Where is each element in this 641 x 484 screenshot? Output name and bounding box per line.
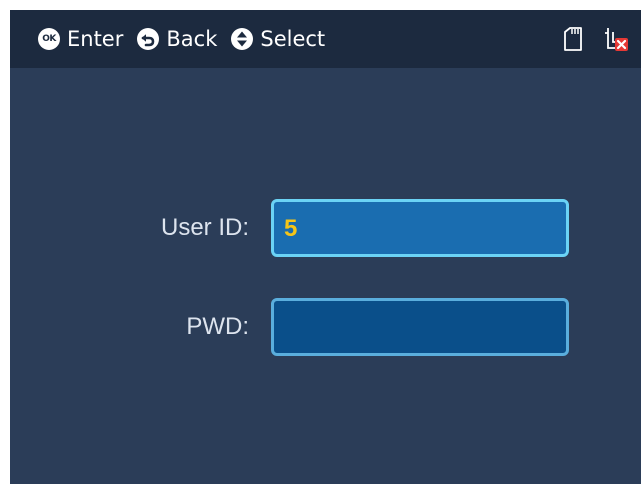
device-screen: OK Enter Back Select User ID: 5 PWD: xyxy=(10,10,641,484)
user-id-row: User ID: 5 xyxy=(10,199,641,257)
hint-select: Select xyxy=(231,10,325,68)
sd-card-icon xyxy=(563,27,583,55)
user-id-label: User ID: xyxy=(160,214,249,241)
hint-back: Back xyxy=(137,10,217,68)
hint-select-label: Select xyxy=(260,27,326,51)
hint-enter: OK Enter xyxy=(38,10,123,68)
password-input[interactable] xyxy=(271,298,569,356)
up-down-select-icon xyxy=(231,28,254,50)
network-disconnected-icon xyxy=(603,26,629,56)
back-arrow-icon xyxy=(137,28,160,50)
status-icons xyxy=(563,26,629,56)
password-row: PWD: xyxy=(10,298,641,356)
top-hint-bar: OK Enter Back Select xyxy=(10,10,641,68)
ok-button-icon: OK xyxy=(38,28,60,50)
hint-back-label: Back xyxy=(166,27,218,51)
hint-enter-label: Enter xyxy=(67,27,124,51)
password-label: PWD: xyxy=(186,313,249,340)
user-id-input[interactable]: 5 xyxy=(271,199,569,257)
